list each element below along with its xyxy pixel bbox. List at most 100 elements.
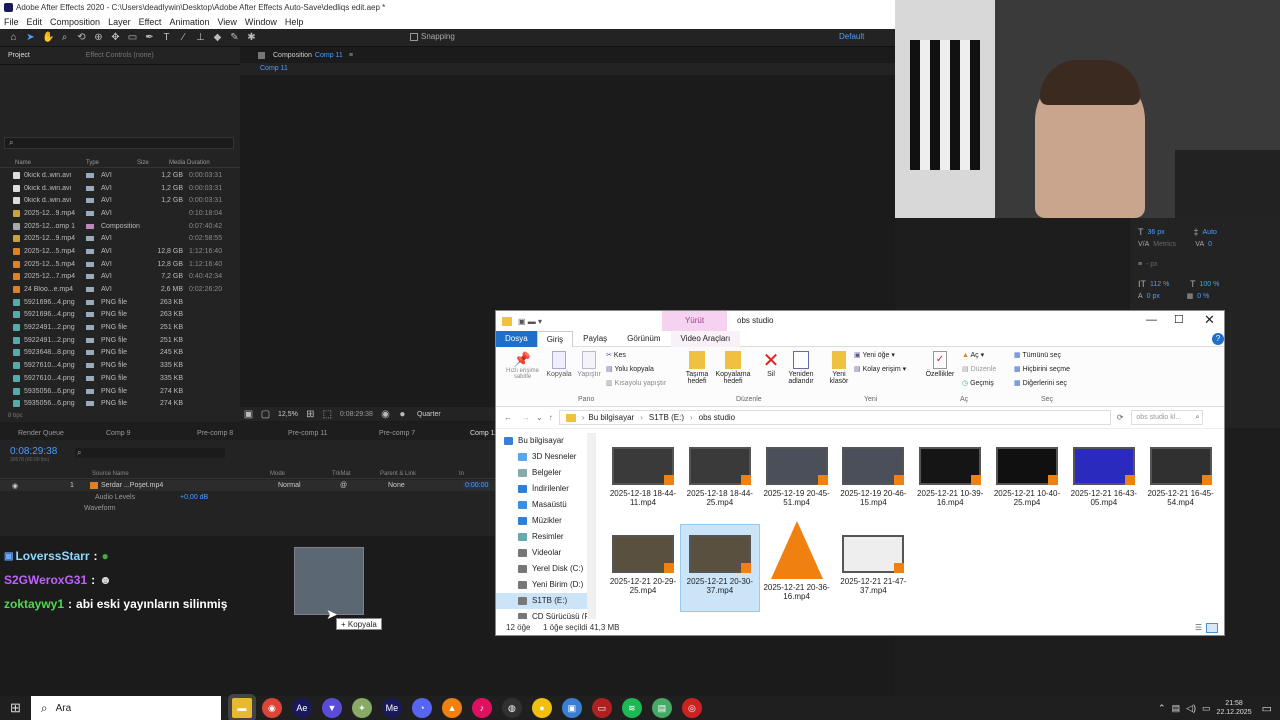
label-color-icon[interactable] — [86, 274, 94, 280]
label-color-icon[interactable] — [86, 261, 94, 267]
refresh-icon[interactable]: ⟳ — [1117, 413, 1124, 422]
easy-access-button[interactable]: ▤ Kolay erişim ▾ — [854, 365, 906, 373]
recent-icon[interactable]: ⌄ — [536, 413, 543, 422]
project-item[interactable]: 0kick d..win.avi AVI 1,2 GB 0:00:03:31 — [0, 182, 236, 195]
cut-button[interactable]: ✂ Kes — [606, 351, 626, 359]
brush-tool-icon[interactable]: ∕ — [178, 32, 189, 43]
panel-menu-icon[interactable]: ≡ — [349, 52, 353, 59]
col-size[interactable]: Size — [137, 160, 169, 166]
file-item[interactable]: 2025-12-21 20-30-37.mp4 — [679, 524, 760, 612]
file-item[interactable]: 2025-12-21 21-47-37.mp4 — [834, 535, 912, 595]
copy-to-button[interactable]: Kopyalama hedefi — [713, 351, 753, 385]
maps-icon[interactable]: ● — [531, 698, 552, 718]
col-name[interactable]: Name — [15, 160, 86, 166]
project-item[interactable]: 5923648...8.png PNG file 245 KB — [0, 347, 236, 360]
file-item[interactable]: 2025-12-21 10-40-25.mp4 — [988, 447, 1066, 507]
open-button[interactable]: ▲ Aç ▾ — [962, 351, 984, 359]
project-item[interactable]: 5922491...2.png PNG file 251 KB — [0, 334, 236, 347]
col-duration[interactable]: Media Duration — [169, 160, 210, 166]
col-type[interactable]: Type — [86, 160, 137, 166]
properties-button[interactable]: ✓ Özellikler — [924, 351, 956, 378]
new-item-button[interactable]: ▣ Yeni öğe ▾ — [854, 351, 895, 359]
label-color-icon[interactable] — [86, 248, 94, 254]
project-item[interactable]: 5922491...2.png PNG file 251 KB — [0, 321, 236, 334]
stroke-width-value[interactable]: - px — [1146, 261, 1158, 268]
label-color-icon[interactable] — [86, 312, 94, 318]
media-encoder-icon[interactable]: Me — [381, 698, 402, 718]
hand-tool-icon[interactable]: ✋ — [42, 32, 54, 43]
eraser-tool-icon[interactable]: ◆ — [212, 32, 223, 43]
project-item[interactable]: 2025-12...5.mp4 AVI 12,8 GB 1:12:16:40 — [0, 258, 236, 271]
project-item[interactable]: 5935056...6.png PNG file 274 KB — [0, 397, 236, 410]
tab-effect-controls[interactable]: Effect Controls (none) — [78, 48, 162, 64]
help-icon[interactable]: ? — [1212, 333, 1224, 345]
project-search-input[interactable]: ⌕ — [4, 137, 234, 149]
paste-button[interactable]: Yapıştır — [574, 351, 604, 378]
app3-icon[interactable]: ◎ — [681, 698, 702, 718]
file-item[interactable]: 2025-12-19 20-46-15.mp4 — [834, 447, 912, 507]
color-channel-icon[interactable]: ● — [397, 409, 408, 420]
horizontal-scale-value[interactable]: 100 % — [1200, 281, 1220, 288]
menu-help[interactable]: Help — [285, 15, 304, 29]
paste-shortcut-button[interactable]: ▥ Kısayolu yapıştır — [606, 379, 666, 387]
file-item[interactable]: 2025-12-21 16-45-54.mp4 — [1142, 447, 1220, 507]
project-item[interactable]: 2025-12...5.mp4 AVI 12,8 GB 1:12:16:40 — [0, 245, 236, 258]
discord-icon[interactable]: ◔ — [411, 698, 432, 718]
col-trkmat[interactable]: TrkMat — [332, 471, 380, 477]
tsume-value[interactable]: 0 % — [1197, 293, 1209, 300]
layer-mode[interactable]: Normal — [278, 482, 340, 489]
kerning-value[interactable]: Metrics — [1153, 241, 1191, 248]
timeline-tab[interactable]: Pre-comp 7 — [379, 430, 452, 437]
viewer-timecode[interactable]: 0:08:29:38 — [340, 411, 373, 418]
battery-icon[interactable]: ▭ — [1202, 703, 1211, 714]
vertical-scale-value[interactable]: 112 % — [1150, 281, 1186, 288]
notification-icon[interactable]: ▭ — [1262, 702, 1272, 715]
anchor-tool-icon[interactable]: ✥ — [110, 32, 121, 43]
label-color-icon[interactable] — [86, 299, 94, 305]
layer-name[interactable]: Serdar ...Poşet.mp4 — [101, 482, 278, 489]
mask-icon[interactable]: ⬚ — [322, 409, 333, 420]
label-color-icon[interactable] — [86, 236, 94, 242]
quick-access-toolbar[interactable]: ▣ ▬ ▾ — [518, 317, 542, 326]
label-color-icon[interactable] — [86, 375, 94, 381]
nav-item[interactable]: Bu bilgisayar — [496, 433, 595, 449]
puppet-tool-icon[interactable]: ✱ — [246, 32, 257, 43]
network-icon[interactable]: ▤ — [1172, 703, 1181, 714]
close-icon[interactable]: ✕ — [1204, 312, 1215, 328]
breadcrumb-folder[interactable]: obs studio — [699, 413, 735, 422]
menu-window[interactable]: Window — [245, 15, 277, 29]
file-item[interactable]: 2025-12-18 18-44-11.mp4 — [604, 447, 682, 507]
nav-item[interactable]: 3D Nesneler — [496, 449, 595, 465]
pen-tool-icon[interactable]: ✒ — [144, 32, 155, 43]
select-all-button[interactable]: ▦ Tümünü seç — [1014, 351, 1061, 359]
label-color-icon[interactable] — [86, 210, 94, 216]
maximize-icon[interactable]: ☐ — [1174, 313, 1184, 326]
nav-item[interactable]: İndirilenler — [496, 481, 595, 497]
vlc-icon[interactable]: ▲ — [441, 698, 462, 718]
label-color-icon[interactable] — [86, 350, 94, 356]
project-item[interactable]: 2025-12...omp 1 Composition 0:07:40:42 — [0, 220, 236, 233]
audio-levels-value[interactable]: +0,00 dB — [180, 494, 208, 501]
app2-icon[interactable]: ▤ — [651, 698, 672, 718]
timeline-tab[interactable]: Pre-comp 8 — [197, 430, 270, 437]
windows-start-icon[interactable]: ⊞ — [10, 700, 21, 716]
col-mode[interactable]: Mode — [270, 471, 332, 477]
delete-button[interactable]: ✕ Sil — [759, 351, 783, 378]
details-view-icon[interactable]: ☰ — [1195, 623, 1202, 632]
file-item[interactable]: 2025-12-18 18-44-25.mp4 — [681, 447, 759, 507]
project-item[interactable]: 2025-12...7.mp4 AVI 7,2 GB 0:40:42:34 — [0, 271, 236, 284]
menu-effect[interactable]: Effect — [139, 15, 162, 29]
back-icon[interactable]: ← — [504, 413, 512, 422]
timeline-tab[interactable]: Pre-comp 11 — [288, 430, 361, 437]
monitor-icon[interactable]: ▣ — [243, 409, 254, 420]
tab-video-tools[interactable]: Video Araçları — [670, 330, 741, 347]
visibility-icon[interactable]: ◉ — [12, 482, 22, 490]
history-button[interactable]: ◷ Geçmiş — [962, 379, 994, 387]
nav-item[interactable]: S1TB (E:) — [496, 593, 595, 609]
obs-icon[interactable]: ◍ — [501, 698, 522, 718]
label-color-icon[interactable] — [86, 185, 94, 191]
timeline-search-input[interactable]: ⌕ — [75, 448, 225, 458]
baseline-value[interactable]: 0 px — [1147, 293, 1183, 300]
label-color-icon[interactable] — [86, 388, 94, 394]
volume-icon[interactable]: ◁) — [1186, 703, 1196, 714]
